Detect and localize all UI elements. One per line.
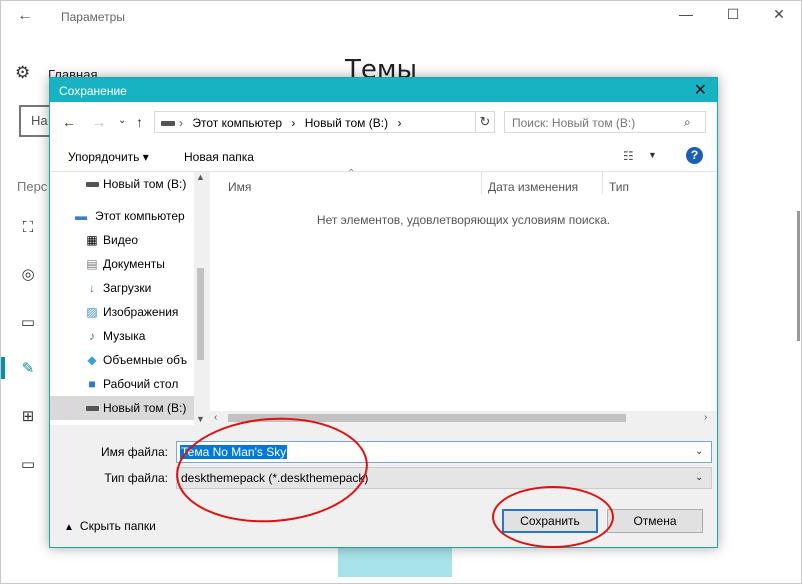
annotation-ellipse-save bbox=[492, 486, 614, 548]
chevron-left-icon[interactable]: ‹ bbox=[214, 412, 217, 423]
section-label: Перс bbox=[17, 179, 48, 194]
empty-message: Нет элементов, удовлетворяющих условиям … bbox=[316, 213, 611, 227]
close-icon[interactable]: ✕ bbox=[764, 6, 794, 23]
tree-item-downloads[interactable]: ↓ Загрузки bbox=[50, 276, 194, 300]
themes-icon[interactable]: ✎ bbox=[17, 359, 39, 377]
tree-item-pictures[interactable]: ▨ Изображения bbox=[50, 300, 194, 324]
tree-item-3d-objects[interactable]: ◆ Объемные объ bbox=[50, 348, 194, 372]
hide-folders-button[interactable]: ▲ Скрыть папки bbox=[64, 519, 156, 533]
pictures-icon: ▨ bbox=[86, 305, 98, 319]
refresh-icon[interactable]: ↻ bbox=[475, 111, 495, 133]
lockscreen-icon[interactable]: ▭ bbox=[17, 313, 39, 331]
view-options-icon[interactable]: ☷ bbox=[623, 149, 634, 163]
filetype-label: Тип файла: bbox=[104, 471, 168, 485]
tree-item-music[interactable]: ♪ Музыка bbox=[50, 324, 194, 348]
back-arrow-icon[interactable]: ← bbox=[17, 7, 33, 25]
recent-locations-icon[interactable]: ⌄ bbox=[118, 115, 126, 126]
new-folder-button[interactable]: Новая папка bbox=[184, 150, 254, 164]
gear-icon[interactable]: ⚙ bbox=[15, 63, 30, 83]
search-icon[interactable]: ⌕ bbox=[684, 115, 691, 130]
forward-icon[interactable]: → bbox=[92, 114, 106, 130]
navigation-bar: ← → ⌄ ↑ › Этот компьютер › Новый том (B:… bbox=[50, 102, 717, 142]
chevron-down-icon[interactable]: ⌄ bbox=[695, 472, 703, 483]
tree-item-video[interactable]: ▦ Видео bbox=[50, 228, 194, 252]
sort-caret-icon: ⌃ bbox=[347, 168, 356, 179]
drive-icon bbox=[84, 401, 100, 415]
breadcrumb-this-pc[interactable]: Этот компьютер bbox=[192, 116, 282, 130]
chevron-up-icon[interactable]: ▲ bbox=[196, 172, 205, 182]
desktop-icon: ■ bbox=[88, 377, 96, 391]
search-input[interactable]: Поиск: Новый том (B:) bbox=[504, 111, 706, 133]
address-bar[interactable]: › Этот компьютер › Новый том (B:) › bbox=[154, 111, 494, 133]
maximize-icon[interactable]: ☐ bbox=[718, 6, 748, 23]
save-dialog: Сохранение ✕ ← → ⌄ ↑ › Этот компьютер › … bbox=[49, 77, 718, 548]
downloads-icon: ↓ bbox=[89, 281, 95, 295]
save-fields: Имя файла: Тема No Man's Sky ⌄ Тип файла… bbox=[50, 425, 717, 495]
navigation-tree: Новый том (B:) ▬ Этот компьютер ▦ Видео … bbox=[50, 172, 206, 425]
breadcrumb-separator[interactable]: › bbox=[179, 116, 183, 130]
music-icon: ♪ bbox=[89, 329, 95, 343]
dialog-title: Сохранение bbox=[59, 84, 127, 98]
computer-icon: ▬ bbox=[75, 209, 87, 223]
chevron-down-icon[interactable]: ⌄ bbox=[695, 446, 703, 457]
colors-icon[interactable]: ◎ bbox=[17, 265, 39, 283]
3d-objects-icon: ◆ bbox=[87, 353, 97, 367]
tree-item-this-pc[interactable]: ▬ Этот компьютер bbox=[50, 204, 194, 228]
column-separator[interactable] bbox=[481, 172, 482, 194]
tree-item-label: Новый том (B:) bbox=[103, 177, 187, 191]
tree-item-documents[interactable]: ▤ Документы bbox=[50, 252, 194, 276]
file-list-pane: ⌃ Имя Дата изменения Тип Нет элементов, … bbox=[210, 168, 717, 425]
minimize-icon[interactable]: — bbox=[671, 6, 701, 22]
settings-scrollbar[interactable] bbox=[797, 211, 800, 341]
active-nav-indicator bbox=[1, 357, 5, 379]
hide-folders-label: Скрыть папки bbox=[79, 519, 156, 533]
column-type[interactable]: Тип bbox=[609, 180, 629, 194]
tree-item-label: Загрузки bbox=[103, 281, 152, 295]
cancel-button[interactable]: Отмена bbox=[607, 509, 703, 533]
tree-item-drive-b-selected[interactable]: Новый том (B:) bbox=[50, 396, 194, 420]
close-icon[interactable]: ✕ bbox=[694, 80, 707, 100]
chevron-down-icon[interactable]: ▼ bbox=[196, 414, 205, 424]
chevron-up-icon: ▲ bbox=[64, 522, 74, 533]
chevron-down-icon[interactable]: ▼ bbox=[648, 150, 657, 160]
tree-item-label: Новый том (B:) bbox=[103, 401, 187, 415]
column-name[interactable]: Имя bbox=[228, 180, 251, 194]
dialog-titlebar: Сохранение ✕ bbox=[50, 78, 717, 102]
tree-item-label: Видео bbox=[103, 233, 139, 247]
tree-item-label: Изображения bbox=[103, 305, 179, 319]
column-date-modified[interactable]: Дата изменения bbox=[488, 180, 578, 194]
tree-item-label: Рабочий стол bbox=[103, 377, 179, 391]
settings-title: Параметры bbox=[61, 10, 125, 24]
taskbar-icon[interactable]: ▭ bbox=[17, 455, 39, 473]
video-icon: ▦ bbox=[86, 233, 98, 247]
filename-label: Имя файла: bbox=[101, 445, 168, 459]
breadcrumb-drive[interactable]: Новый том (B:) bbox=[305, 116, 388, 130]
background-icon[interactable]: ⛶ bbox=[17, 219, 39, 237]
command-toolbar: Упорядочить ▾ Новая папка ☷ ▼ ? bbox=[50, 142, 717, 172]
settings-titlebar: ← Параметры — ☐ ✕ bbox=[1, 1, 801, 33]
organize-button[interactable]: Упорядочить ▾ bbox=[68, 150, 149, 164]
up-icon[interactable]: ↑ bbox=[136, 114, 143, 130]
accent-button-fragment[interactable] bbox=[338, 547, 452, 577]
chevron-right-icon[interactable]: › bbox=[704, 412, 707, 423]
drive-icon bbox=[161, 121, 175, 126]
tree-item-label: Этот компьютер bbox=[95, 209, 185, 223]
tree-item-drive-b[interactable]: Новый том (B:) bbox=[50, 172, 194, 196]
breadcrumb-separator[interactable]: › bbox=[397, 116, 401, 130]
back-icon[interactable]: ← bbox=[62, 114, 76, 130]
column-separator[interactable] bbox=[602, 172, 603, 194]
documents-icon: ▤ bbox=[86, 257, 98, 271]
tree-item-label: Документы bbox=[103, 257, 165, 271]
tree-item-label: Объемные объ bbox=[103, 353, 188, 367]
tree-scrollbar-thumb[interactable] bbox=[197, 268, 204, 360]
tree-item-label: Музыка bbox=[103, 329, 146, 343]
breadcrumb: › Этот компьютер › Новый том (B:) › bbox=[179, 116, 407, 130]
start-icon[interactable]: ⊞ bbox=[17, 407, 39, 425]
breadcrumb-separator[interactable]: › bbox=[291, 116, 295, 130]
drive-icon bbox=[84, 177, 100, 191]
tree-item-desktop[interactable]: ■ Рабочий стол bbox=[50, 372, 194, 396]
help-icon[interactable]: ? bbox=[686, 147, 703, 164]
